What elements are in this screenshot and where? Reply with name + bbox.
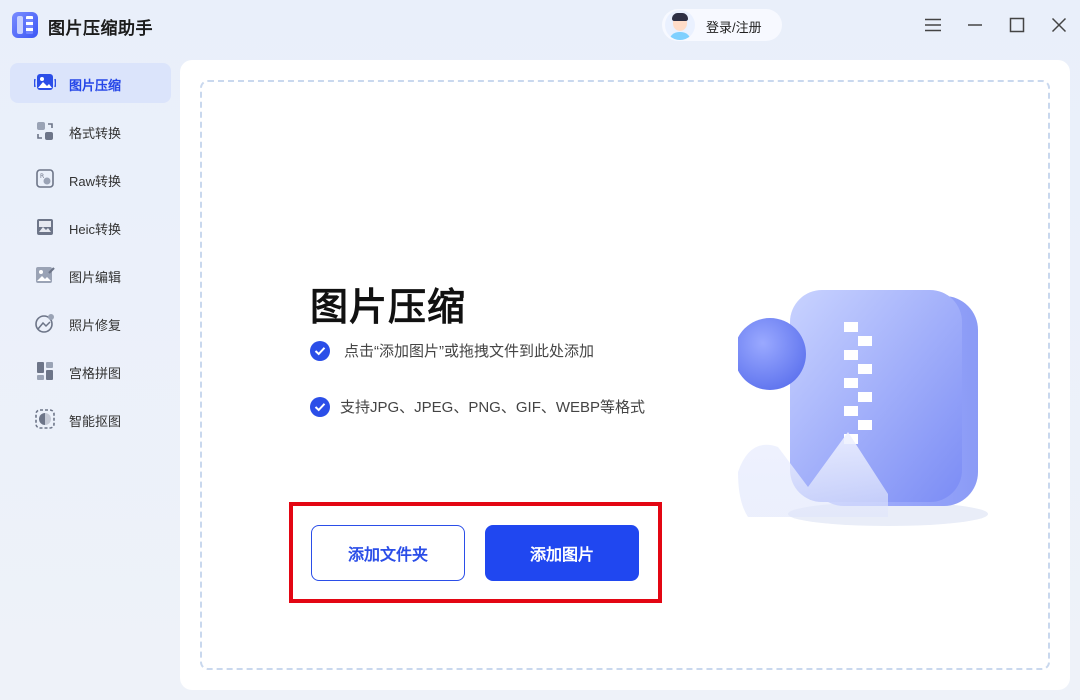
sidebar-item-smart-cutout[interactable]: 智能抠图 bbox=[10, 399, 171, 439]
svg-text:R: R bbox=[40, 173, 44, 180]
feature-text: 点击“添加图片”或拖拽文件到此处添加 bbox=[344, 343, 594, 360]
sidebar-item-label: 图片压缩 bbox=[69, 78, 122, 93]
page-title: 图片压缩 bbox=[310, 287, 467, 329]
app-window: 图片压缩助手 登录/注册 图片压缩 格式转换 R Raw转换 Heic转换 图片… bbox=[0, 0, 1080, 700]
menu-button[interactable] bbox=[920, 12, 946, 38]
sidebar-item-label: Raw转换 bbox=[69, 174, 122, 189]
feature-text: 支持JPG、JPEG、PNG、GIF、WEBP等格式 bbox=[340, 399, 646, 416]
app-logo-icon bbox=[12, 12, 38, 38]
login-button[interactable]: 登录/注册 bbox=[662, 9, 782, 41]
title-bar: 图片压缩助手 登录/注册 bbox=[0, 0, 1080, 52]
add-folder-button[interactable]: 添加文件夹 bbox=[311, 525, 465, 581]
check-icon bbox=[310, 397, 330, 417]
main-panel: 图片压缩 点击“添加图片”或拖拽文件到此处添加 支持JPG、JPEG、PNG、G… bbox=[180, 60, 1070, 690]
sidebar-item-raw-convert[interactable]: R Raw转换 bbox=[10, 159, 171, 199]
photo-repair-icon bbox=[35, 314, 54, 333]
compress-illustration bbox=[738, 290, 988, 526]
sidebar-item-label: Heic转换 bbox=[69, 222, 122, 237]
smart-cutout-icon bbox=[35, 409, 55, 429]
feature-item: 支持JPG、JPEG、PNG、GIF、WEBP等格式 bbox=[310, 396, 650, 420]
sidebar-item-photo-repair[interactable]: 照片修复 bbox=[10, 303, 171, 343]
sidebar-item-label: 宫格拼图 bbox=[69, 366, 122, 381]
add-image-button[interactable]: 添加图片 bbox=[485, 525, 639, 581]
sidebar-item-label: 智能抠图 bbox=[69, 414, 122, 429]
format-convert-icon bbox=[37, 122, 53, 140]
menu-icon bbox=[925, 18, 941, 32]
app-title: 图片压缩助手 bbox=[48, 19, 153, 38]
sidebar-item-image-edit[interactable]: 图片编辑 bbox=[10, 255, 171, 295]
avatar-icon bbox=[665, 10, 695, 40]
sidebar-item-heic-convert[interactable]: Heic转换 bbox=[10, 207, 171, 247]
drop-zone[interactable]: 图片压缩 点击“添加图片”或拖拽文件到此处添加 支持JPG、JPEG、PNG、G… bbox=[200, 80, 1050, 670]
sidebar-item-format-convert[interactable]: 格式转换 bbox=[10, 111, 171, 151]
minimize-icon bbox=[968, 24, 982, 26]
sidebar: 图片压缩 格式转换 R Raw转换 Heic转换 图片编辑 照片修复 宫格拼图 … bbox=[0, 56, 180, 700]
grid-collage-icon bbox=[37, 362, 53, 380]
close-button[interactable] bbox=[1046, 12, 1072, 38]
raw-convert-icon: R bbox=[36, 169, 54, 188]
image-compress-icon bbox=[34, 74, 56, 90]
maximize-button[interactable] bbox=[1004, 12, 1030, 38]
check-icon bbox=[310, 341, 330, 361]
minimize-button[interactable] bbox=[962, 12, 988, 38]
login-label: 登录/注册 bbox=[706, 20, 762, 35]
sidebar-item-grid-collage[interactable]: 宫格拼图 bbox=[10, 351, 171, 391]
heic-convert-icon bbox=[37, 219, 53, 235]
sidebar-item-label: 格式转换 bbox=[69, 126, 122, 141]
maximize-icon bbox=[1009, 17, 1025, 33]
image-edit-icon bbox=[36, 267, 55, 283]
sidebar-item-label: 照片修复 bbox=[69, 318, 122, 333]
feature-item: 点击“添加图片”或拖拽文件到此处添加 bbox=[310, 340, 650, 364]
sidebar-item-label: 图片编辑 bbox=[69, 270, 122, 285]
close-icon bbox=[1051, 17, 1067, 33]
sidebar-item-image-compress[interactable]: 图片压缩 bbox=[10, 63, 171, 103]
